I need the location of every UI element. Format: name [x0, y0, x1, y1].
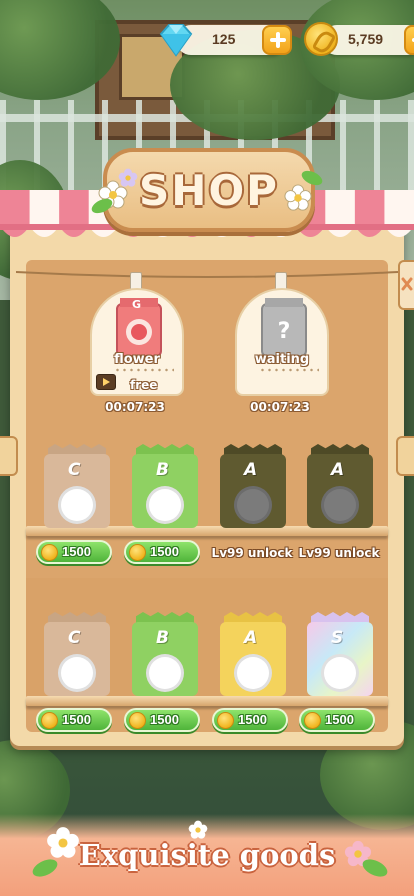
- coin-count: 5,759: [348, 31, 384, 47]
- add-gems-button[interactable]: [262, 25, 292, 55]
- flower-badge: G: [132, 298, 142, 311]
- price-label: 1500: [150, 712, 179, 727]
- awning-stripe: [29, 190, 60, 226]
- flower-icon: [118, 168, 138, 187]
- free-label: free: [130, 378, 158, 392]
- coin-icon: [304, 22, 338, 56]
- seed-bag-a[interactable]: A: [307, 444, 373, 528]
- coin-icon: [217, 712, 234, 729]
- awning-stripe: [354, 190, 385, 226]
- special-label: flower: [114, 352, 160, 367]
- unlock-requirement: Lv99 unlock: [211, 546, 293, 560]
- price-label: 1500: [325, 712, 354, 727]
- bag-grade: B: [156, 460, 169, 480]
- progress-dots: [259, 368, 319, 372]
- right-side-tab[interactable]: [396, 436, 414, 476]
- bag-window: [321, 486, 359, 524]
- bag-grade: C: [68, 460, 81, 480]
- gem-count: 125: [212, 31, 236, 47]
- price-label: 1500: [62, 544, 91, 559]
- bag-grade: S: [331, 628, 344, 648]
- left-side-tab[interactable]: [0, 436, 18, 476]
- buy-button[interactable]: 1500: [124, 708, 200, 732]
- special-card-waiting[interactable]: ? waiting: [235, 288, 329, 396]
- bag-window: [58, 486, 96, 524]
- bag-grade: B: [156, 628, 169, 648]
- leaf-icon: [91, 198, 113, 214]
- progress-dots: [114, 368, 174, 372]
- bag-window: [58, 654, 96, 692]
- seed-bag-b[interactable]: B: [132, 612, 198, 696]
- seed-bag-c[interactable]: C: [44, 444, 110, 528]
- bag-grade: A: [244, 460, 258, 480]
- seed-bag-b[interactable]: B: [132, 444, 198, 528]
- bag-grade: A: [244, 628, 258, 648]
- leaf-icon: [362, 859, 388, 877]
- bag-window: [234, 654, 272, 692]
- price-label: 1500: [150, 544, 179, 559]
- coin-icon: [304, 712, 321, 729]
- buy-button[interactable]: 1500: [36, 540, 112, 564]
- coin-icon: [41, 712, 58, 729]
- coin-icon: [129, 712, 146, 729]
- bag-window: [146, 486, 184, 524]
- seed-bag-a[interactable]: A: [220, 444, 286, 528]
- seed-bag-s[interactable]: S: [307, 612, 373, 696]
- timer: 00:07:23: [250, 400, 310, 414]
- leaf-icon: [32, 859, 58, 877]
- coin-icon: [41, 544, 58, 561]
- svg-text:?: ?: [278, 319, 291, 344]
- add-coins-button[interactable]: [404, 25, 414, 55]
- rope: [16, 271, 398, 278]
- coin-icon: [129, 544, 146, 561]
- buy-button[interactable]: 1500: [212, 708, 288, 732]
- awning-stripe: [325, 190, 356, 226]
- bag-window: [146, 654, 184, 692]
- timer: 00:07:23: [105, 400, 165, 414]
- video-ad-icon[interactable]: [96, 374, 116, 390]
- buy-button[interactable]: 1500: [299, 708, 375, 732]
- special-label: waiting: [254, 352, 310, 367]
- buy-button[interactable]: 1500: [36, 708, 112, 732]
- seed-bag-a[interactable]: A: [220, 612, 286, 696]
- awning-stripe: [59, 190, 90, 226]
- diamond-icon: [159, 24, 193, 57]
- close-icon[interactable]: [401, 276, 413, 292]
- bag-window: [234, 486, 272, 524]
- leaf-icon: [301, 170, 323, 186]
- price-label: 1500: [62, 712, 91, 727]
- flower-icon: [284, 184, 312, 211]
- awning-stripe: [0, 190, 31, 226]
- price-label: 1500: [238, 712, 267, 727]
- awning-stripe: [384, 190, 414, 226]
- seed-bag-c[interactable]: C: [44, 612, 110, 696]
- bag-grade: C: [68, 628, 81, 648]
- unlock-requirement: Lv99 unlock: [298, 546, 380, 560]
- shelf-board: [26, 696, 388, 706]
- flower-icon: [188, 820, 208, 839]
- flower-icon: [47, 827, 79, 858]
- mystery-bag-icon: ?: [261, 298, 307, 357]
- buy-button[interactable]: 1500: [124, 540, 200, 564]
- bag-grade: A: [331, 460, 345, 480]
- currency-bar: 125 5,759: [0, 22, 414, 58]
- bag-window: [321, 654, 359, 692]
